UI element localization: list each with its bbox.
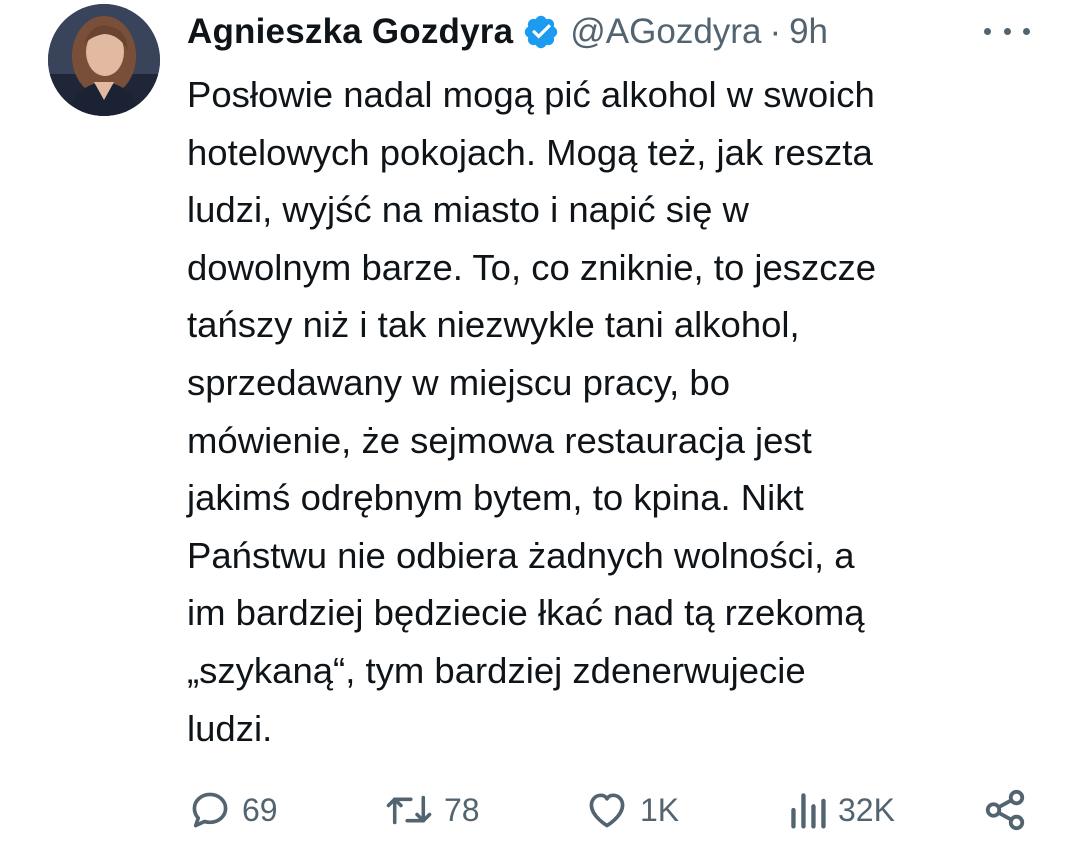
heart-icon xyxy=(589,793,625,828)
tweet-header: Agnieszka Gozdyra @AGozdyra · 9h xyxy=(187,6,828,58)
more-dot xyxy=(1023,27,1030,35)
more-dot xyxy=(984,27,991,35)
tweet-text-line: ludzi, wyjść na miasto i napić się w xyxy=(187,189,749,231)
reply-count: 69 xyxy=(242,791,278,828)
like-count: 1K xyxy=(640,791,680,828)
views-button[interactable]: 32K xyxy=(788,780,895,840)
action-bar: 69 78 1K 32K xyxy=(0,780,1080,840)
repost-icon xyxy=(386,795,432,825)
tweet-text-line: dowolnym barze. To, co zniknie, to jeszc… xyxy=(187,246,877,288)
more-dots-icon[interactable] xyxy=(984,16,1030,46)
tweet-text-line: mówienie, że sejmowa restauracja jest xyxy=(187,419,812,461)
tweet-text-line: ludzi. xyxy=(187,707,273,749)
header-separator: · xyxy=(769,12,782,51)
repost-button[interactable]: 78 xyxy=(384,780,480,840)
more-dot xyxy=(1003,27,1011,35)
author-handle[interactable]: @AGozdyra xyxy=(570,12,761,52)
share-icon xyxy=(985,789,1025,831)
tweet-text: Posłowie nadal mogą pić alkohol w swoich… xyxy=(187,66,1057,757)
verified-badge-icon[interactable] xyxy=(522,13,560,51)
avatar[interactable] xyxy=(48,4,160,116)
tweet-text-line: Państwu nie odbiera żadnych wolności, a xyxy=(187,534,855,576)
views-icon xyxy=(791,793,826,829)
tweet-text-line: im bardziej będziecie łkać nad tą rzekom… xyxy=(187,592,865,634)
tweet: Agnieszka Gozdyra @AGozdyra · 9h Posłowi… xyxy=(0,0,1080,868)
tweet-text-line: tańszy niż i tak niezwykle tani alkohol, xyxy=(187,304,800,346)
tweet-text-line: hotelowych pokojach. Mogą też, jak reszt… xyxy=(187,131,873,173)
tweet-text-line: sprzedawany w miejscu pracy, bo xyxy=(187,361,730,403)
like-button[interactable]: 1K xyxy=(584,780,679,840)
tweet-text-line: jakimś odrębnym bytem, to kpina. Nikt xyxy=(187,477,804,519)
repost-count: 78 xyxy=(444,791,480,828)
tweet-text-line: Posłowie nadal mogą pić alkohol w swoich xyxy=(187,74,875,115)
display-name[interactable]: Agnieszka Gozdyra xyxy=(187,12,513,52)
views-count: 32K xyxy=(838,791,895,828)
reply-button[interactable]: 69 xyxy=(188,780,278,840)
avatar-photo xyxy=(48,4,160,116)
reply-icon xyxy=(192,792,228,828)
timestamp[interactable]: 9h xyxy=(789,12,828,52)
share-button[interactable] xyxy=(982,780,1028,840)
tweet-text-line: „szykaną“, tym bardziej zdenerwujecie xyxy=(187,649,806,691)
